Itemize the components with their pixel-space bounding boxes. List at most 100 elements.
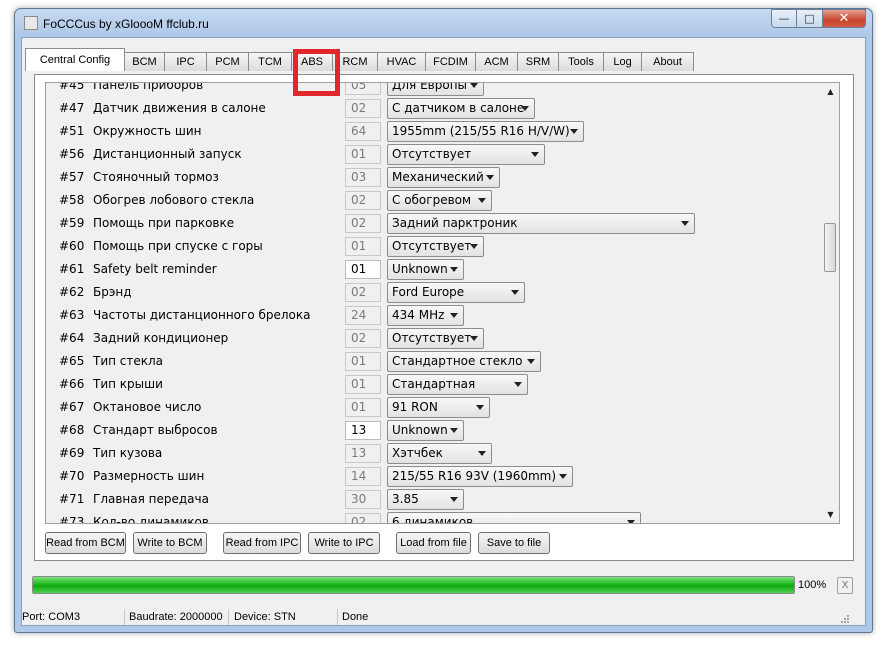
chevron-down-icon bbox=[470, 83, 478, 88]
value-dropdown[interactable]: 91 RON bbox=[387, 397, 490, 418]
config-row: #56 Дистанционный запуск 01 Отсутствует bbox=[46, 143, 822, 166]
dropdown-value: Отсутствует bbox=[392, 147, 472, 161]
tab-central-config[interactable]: Central Config bbox=[25, 48, 125, 71]
vertical-scrollbar[interactable]: ▲ ▼ bbox=[822, 83, 839, 523]
row-number: #56 bbox=[59, 147, 85, 161]
tab-log[interactable]: Log bbox=[603, 52, 642, 71]
value-dropdown[interactable]: Отсутствует bbox=[387, 236, 484, 257]
value-dropdown[interactable]: 434 MHz bbox=[387, 305, 464, 326]
tab-hvac[interactable]: HVAC bbox=[377, 52, 426, 71]
load-from-file-button[interactable]: Load from file bbox=[396, 532, 471, 554]
value-dropdown[interactable]: Стандартная bbox=[387, 374, 528, 395]
row-number: #62 bbox=[59, 285, 85, 299]
value-dropdown[interactable]: Задний парктроник bbox=[387, 213, 695, 234]
tab-bcm[interactable]: BCM bbox=[124, 52, 165, 71]
status-port: Port: COM3 bbox=[22, 611, 81, 623]
write-to-bcm-button[interactable]: Write to BCM bbox=[133, 532, 207, 554]
value-dropdown[interactable]: 1955mm (215/55 R16 H/V/W) bbox=[387, 121, 584, 142]
code-field[interactable]: 13 bbox=[345, 421, 381, 440]
code-field: 02 bbox=[345, 191, 381, 210]
config-row: #58 Обогрев лобового стекла 02 С обогревом bbox=[46, 189, 822, 212]
config-row: #61 Safety belt reminder 01 Unknown bbox=[46, 258, 822, 281]
tab-acm[interactable]: ACM bbox=[475, 52, 518, 71]
dropdown-value: 215/55 R16 93V (1960mm) bbox=[392, 469, 557, 483]
value-dropdown[interactable]: Unknown bbox=[387, 420, 464, 441]
row-number: #61 bbox=[59, 262, 85, 276]
row-label: Брэнд bbox=[93, 285, 132, 299]
tab-ipc[interactable]: IPC bbox=[164, 52, 207, 71]
config-row: #63 Частоты дистанционного брелока 24 434 M… bbox=[46, 304, 822, 327]
row-label: Задний кондиционер bbox=[93, 331, 229, 345]
highlight-box bbox=[293, 49, 340, 96]
value-dropdown[interactable]: 3.85 bbox=[387, 489, 464, 510]
tab-tools[interactable]: Tools bbox=[558, 52, 604, 71]
chevron-down-icon bbox=[511, 290, 519, 295]
code-field[interactable]: 01 bbox=[345, 260, 381, 279]
cancel-button[interactable]: X bbox=[837, 577, 853, 594]
config-row: #70 Размерность шин 14 215/55 R16 93V (1960… bbox=[46, 465, 822, 488]
value-dropdown[interactable]: 215/55 R16 93V (1960mm) bbox=[387, 466, 573, 487]
dropdown-value: 3.85 bbox=[392, 492, 419, 506]
maximize-button[interactable]: □ bbox=[797, 9, 823, 28]
tab-about[interactable]: About bbox=[641, 52, 694, 71]
chevron-down-icon bbox=[514, 382, 522, 387]
status-separator bbox=[124, 609, 125, 625]
tab-srm[interactable]: SRM bbox=[517, 52, 559, 71]
chevron-down-icon bbox=[450, 313, 458, 318]
value-dropdown[interactable]: Отсутствует bbox=[387, 328, 484, 349]
code-field: 14 bbox=[345, 467, 381, 486]
chevron-down-icon bbox=[486, 175, 494, 180]
value-dropdown[interactable]: Механический bbox=[387, 167, 500, 188]
read-from-bcm-button[interactable]: Read from BCM bbox=[45, 532, 126, 554]
code-field: 64 bbox=[345, 122, 381, 141]
row-label: Октановое число bbox=[93, 400, 202, 414]
chevron-down-icon bbox=[470, 244, 478, 249]
row-label: Окружность шин bbox=[93, 124, 202, 138]
chevron-down-icon bbox=[559, 474, 567, 479]
scroll-down-arrow-icon[interactable]: ▼ bbox=[822, 506, 839, 523]
value-dropdown[interactable]: С датчиком в салоне bbox=[387, 98, 535, 119]
tab-pcm[interactable]: PCM bbox=[206, 52, 249, 71]
value-dropdown[interactable]: Отсутствует bbox=[387, 144, 545, 165]
close-button[interactable]: ✕ bbox=[823, 9, 866, 28]
code-field: 24 bbox=[345, 306, 381, 325]
row-label: Тип стекла bbox=[93, 354, 164, 368]
scrollbar-thumb[interactable] bbox=[824, 223, 836, 272]
chevron-down-icon bbox=[478, 451, 486, 456]
dropdown-value: Стандартная bbox=[392, 377, 476, 391]
config-list[interactable]: #45 Панель приборов 05 Для Европы #47 Датчик … bbox=[45, 82, 840, 524]
chevron-down-icon bbox=[450, 497, 458, 502]
row-number: #67 bbox=[59, 400, 85, 414]
row-label: Тип кузова bbox=[93, 446, 163, 460]
row-label: Кол-во динамиков bbox=[93, 515, 209, 524]
minimize-button[interactable]: — bbox=[771, 9, 797, 28]
row-label: Помощь при спуске с горы bbox=[93, 239, 263, 253]
value-dropdown[interactable]: Стандартное стекло bbox=[387, 351, 541, 372]
config-row: #64 Задний кондиционер 02 Отсутствует bbox=[46, 327, 822, 350]
value-dropdown[interactable]: С обогревом bbox=[387, 190, 492, 211]
row-label: Помощь при парковке bbox=[93, 216, 235, 230]
config-row: #71 Главная передача 30 3.85 bbox=[46, 488, 822, 511]
value-dropdown[interactable]: Ford Europe bbox=[387, 282, 525, 303]
row-number: #66 bbox=[59, 377, 85, 391]
config-row: #60 Помощь при спуске с горы 01 Отсутствует bbox=[46, 235, 822, 258]
read-from-ipc-button[interactable]: Read from IPC bbox=[223, 532, 301, 554]
chevron-down-icon bbox=[450, 267, 458, 272]
chevron-down-icon bbox=[470, 336, 478, 341]
write-to-ipc-button[interactable]: Write to IPC bbox=[308, 532, 380, 554]
row-label: Главная передача bbox=[93, 492, 209, 506]
resize-grip-icon[interactable] bbox=[838, 612, 850, 624]
code-field: 01 bbox=[345, 237, 381, 256]
value-dropdown[interactable]: Unknown bbox=[387, 259, 464, 280]
value-dropdown[interactable]: Хэтчбек bbox=[387, 443, 492, 464]
config-row: #51 Окружность шин 64 1955mm (215/55 R16 H/… bbox=[46, 120, 822, 143]
save-to-file-button[interactable]: Save to file bbox=[478, 532, 550, 554]
value-dropdown[interactable]: Для Европы bbox=[387, 83, 484, 96]
tab-tcm[interactable]: TCM bbox=[248, 52, 292, 71]
tab-fcdim[interactable]: FCDIM bbox=[425, 52, 476, 71]
chevron-down-icon bbox=[521, 106, 529, 111]
code-field: 01 bbox=[345, 398, 381, 417]
config-row: #47 Датчик движения в салоне 02 С датчиком … bbox=[46, 97, 822, 120]
value-dropdown[interactable]: 6 динамиков bbox=[387, 512, 641, 523]
scroll-up-arrow-icon[interactable]: ▲ bbox=[822, 83, 839, 100]
